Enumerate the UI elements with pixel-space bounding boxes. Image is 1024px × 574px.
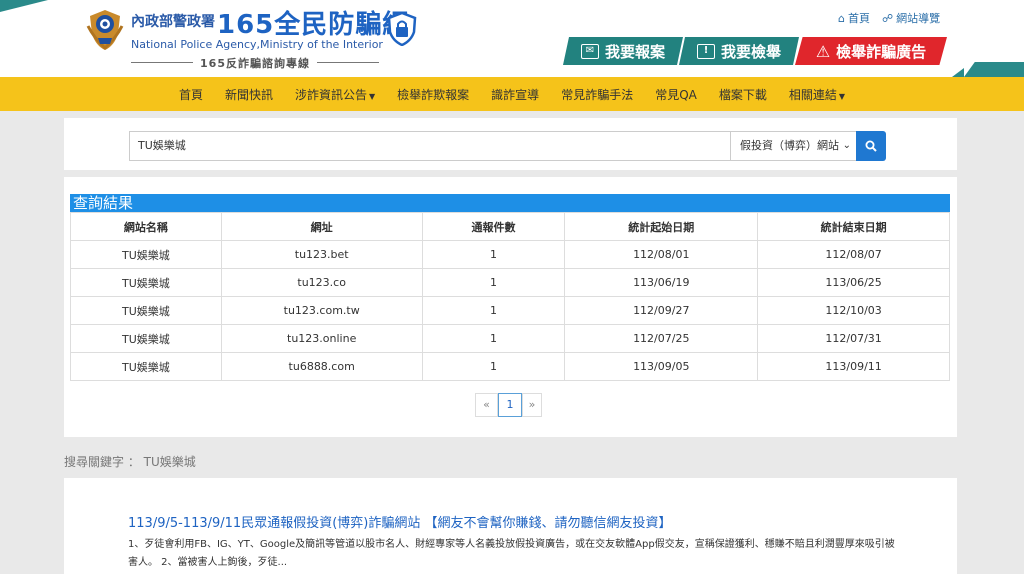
- sitemap-icon: ☍: [881, 12, 894, 25]
- table-cell: 112/08/07: [757, 240, 950, 269]
- search-icon: [865, 140, 877, 152]
- table-cell: 113/06/25: [757, 268, 950, 297]
- table-cell: 113/09/11: [757, 352, 950, 381]
- hotline-label: 165反詐騙諮詢專線: [131, 55, 379, 71]
- search-panel: TU娛樂城 假投資（博弈）網站 ⌄: [64, 118, 957, 170]
- table-cell: tu123.co: [220, 268, 423, 297]
- category-select[interactable]: 假投資（博弈）網站 ⌄: [730, 131, 857, 161]
- table-cell: 112/10/03: [757, 296, 950, 325]
- article-title-link[interactable]: 113/9/5-113/9/11民眾通報假投資(博弈)詐騙網站 【網友不會幫你賺…: [128, 512, 671, 531]
- submit-tip-button[interactable]: ! 我要檢舉: [679, 37, 799, 65]
- nav-item[interactable]: 常見QA: [644, 86, 708, 103]
- table-row: TU娛樂城 tu123.co 1 113/06/19 113/06/25: [70, 268, 950, 297]
- page-1-button[interactable]: 1: [498, 393, 522, 417]
- nav-item[interactable]: 首頁: [168, 86, 214, 103]
- lock-shield-icon: [387, 12, 417, 46]
- table-cell: TU娛樂城: [70, 240, 222, 269]
- mail-icon: ✉: [580, 43, 599, 59]
- column-header: 統計起始日期: [564, 212, 759, 241]
- table-cell: 112/07/25: [564, 324, 759, 353]
- nav-item[interactable]: 相關連結 ▼: [778, 86, 856, 103]
- table-cell: 1: [421, 240, 566, 269]
- table-row: TU娛樂城 tu123.com.tw 1 112/09/27 112/10/03: [70, 296, 950, 325]
- table-cell: tu123.online: [220, 324, 423, 353]
- table-cell: 112/09/27: [564, 296, 759, 325]
- report-case-button[interactable]: ✉ 我要報案: [563, 37, 683, 65]
- home-icon: ⌂: [838, 12, 845, 25]
- table-cell: 1: [421, 324, 566, 353]
- results-table: 網站名稱 網址 通報件數 統計起始日期 統計結束日期 TU娛樂城 tu123.bet 1 11…: [70, 212, 950, 381]
- table-cell: tu6888.com: [220, 352, 423, 381]
- agency-name: 內政部警政署: [131, 14, 215, 30]
- main-nav: 首頁 新聞快訊 涉詐資訊公告 ▼ 檢舉詐欺報案 識詐宣導 常見詐騙手法 常見QA 檔案下載 相關連…: [0, 77, 1024, 111]
- table-cell: TU娛樂城: [70, 352, 222, 381]
- column-header: 網址: [220, 212, 423, 241]
- utility-links: ⌂ 首頁 ☍ 網站導覽: [838, 10, 940, 26]
- nav-item[interactable]: 識詐宣導: [480, 86, 550, 103]
- next-page-button[interactable]: »: [522, 393, 542, 417]
- nav-item[interactable]: 檢舉詐欺報案: [386, 86, 480, 103]
- exclamation-icon: !: [696, 43, 715, 59]
- table-cell: TU娛樂城: [70, 296, 222, 325]
- table-cell: tu123.bet: [220, 240, 423, 269]
- table-cell: 113/06/19: [564, 268, 759, 297]
- table-cell: 112/07/31: [757, 324, 950, 353]
- corner-decoration: [0, 0, 48, 12]
- nav-item[interactable]: 涉詐資訊公告 ▼: [284, 86, 386, 103]
- table-cell: 1: [421, 268, 566, 297]
- corner-decoration: [964, 62, 1024, 77]
- column-header: 統計結束日期: [757, 212, 950, 241]
- util-sitemap-link[interactable]: ☍ 網站導覽: [882, 10, 940, 26]
- article-summary: 1、歹徒會利用FB、IG、YT、Google及簡訊等管道以股市名人、財經專家等人…: [128, 539, 895, 568]
- caret-down-icon: ▼: [838, 91, 846, 101]
- table-cell: 1: [421, 296, 566, 325]
- nav-item[interactable]: 新聞快訊: [214, 86, 284, 103]
- agency-name-en: National Police Agency,Ministry of the I…: [131, 38, 383, 51]
- nav-item[interactable]: 常見詐騙手法: [550, 86, 644, 103]
- site-header: 內政部警政署 165全民防騙網 National Police Agency,M…: [0, 0, 1024, 77]
- table-cell: 112/08/01: [564, 240, 759, 269]
- report-scam-ad-button[interactable]: ⚠ 檢舉詐騙廣告: [795, 37, 947, 65]
- article-card: 113/9/5-113/9/11民眾通報假投資(博弈)詐騙網站 【網友不會幫你賺…: [64, 478, 957, 574]
- table-row: TU娛樂城 tu6888.com 1 113/09/05 113/09/11: [70, 352, 950, 381]
- warning-icon: ⚠: [815, 41, 831, 61]
- police-emblem-icon[interactable]: [84, 8, 126, 52]
- prev-page-button[interactable]: «: [475, 393, 498, 417]
- nav-item[interactable]: 檔案下載: [708, 86, 778, 103]
- caret-down-icon: ▼: [369, 91, 376, 101]
- util-home-link[interactable]: ⌂ 首頁: [838, 10, 870, 26]
- search-keyword-label: 搜尋關鍵字 ： TU娛樂城: [64, 455, 196, 469]
- site-title[interactable]: 165全民防騙網: [217, 4, 409, 41]
- table-cell: 113/09/05: [564, 352, 759, 381]
- chevron-down-icon: ⌄: [842, 140, 851, 151]
- table-cell: TU娛樂城: [70, 324, 222, 353]
- column-header: 通報件數: [421, 212, 566, 241]
- column-header: 網站名稱: [70, 212, 222, 241]
- search-input[interactable]: TU娛樂城: [129, 131, 731, 161]
- search-button[interactable]: [856, 131, 886, 161]
- table-row: TU娛樂城 tu123.online 1 112/07/25 112/07/31: [70, 324, 950, 353]
- pagination: « 1 »: [475, 393, 542, 417]
- table-row: TU娛樂城 tu123.bet 1 112/08/01 112/08/07: [70, 240, 950, 269]
- table-cell: tu123.com.tw: [220, 296, 423, 325]
- results-title: 查詢結果: [70, 194, 950, 212]
- table-cell: TU娛樂城: [70, 268, 222, 297]
- table-cell: 1: [421, 352, 566, 381]
- corner-decoration: [952, 68, 964, 77]
